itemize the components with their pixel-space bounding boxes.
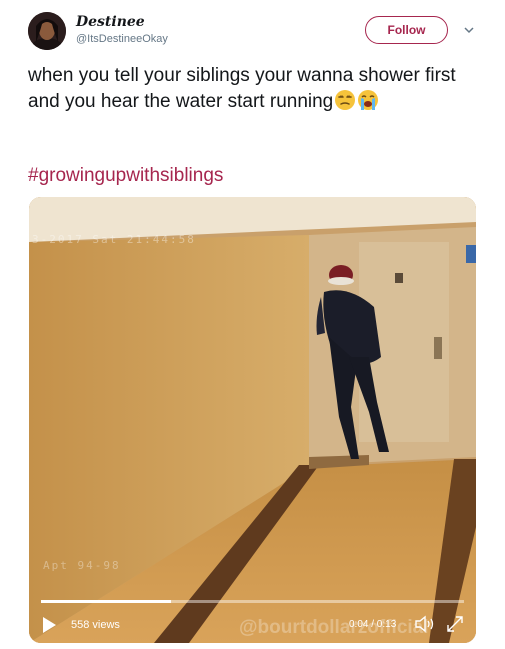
video-watermark: @bourtdollarzofficial [239,617,429,638]
unamused-face-icon [335,90,356,110]
camera-unit-label: Apt 94-98 [43,559,121,572]
view-count: 558 views [71,619,120,631]
chevron-down-icon[interactable] [463,24,475,36]
user-handle[interactable]: @ItsDestineeOkay [76,33,168,45]
video-time: 0:04 / 0:13 [349,619,397,630]
avatar[interactable] [28,12,66,50]
video-progress-bar[interactable] [41,600,464,603]
fullscreen-icon[interactable] [446,615,464,633]
hashtag-link[interactable]: #growingupwithsiblings [28,165,223,187]
video-frame [29,197,476,643]
volume-icon[interactable] [414,614,436,634]
loudly-crying-face-icon [358,90,379,110]
camera-timestamp: 3-2017 Sat 21:44:58 [32,233,196,246]
video-player[interactable]: 3-2017 Sat 21:44:58 Apt 94-98 @bourtdoll… [29,197,476,643]
tweet-text: when you tell your siblings your wanna s… [28,63,468,115]
video-progress-fill [41,600,172,603]
follow-button[interactable]: Follow [365,16,448,44]
play-icon[interactable] [41,616,57,634]
display-name[interactable]: Destinee [76,14,145,30]
tweet-text-body: when you tell your siblings your wanna s… [28,65,456,112]
